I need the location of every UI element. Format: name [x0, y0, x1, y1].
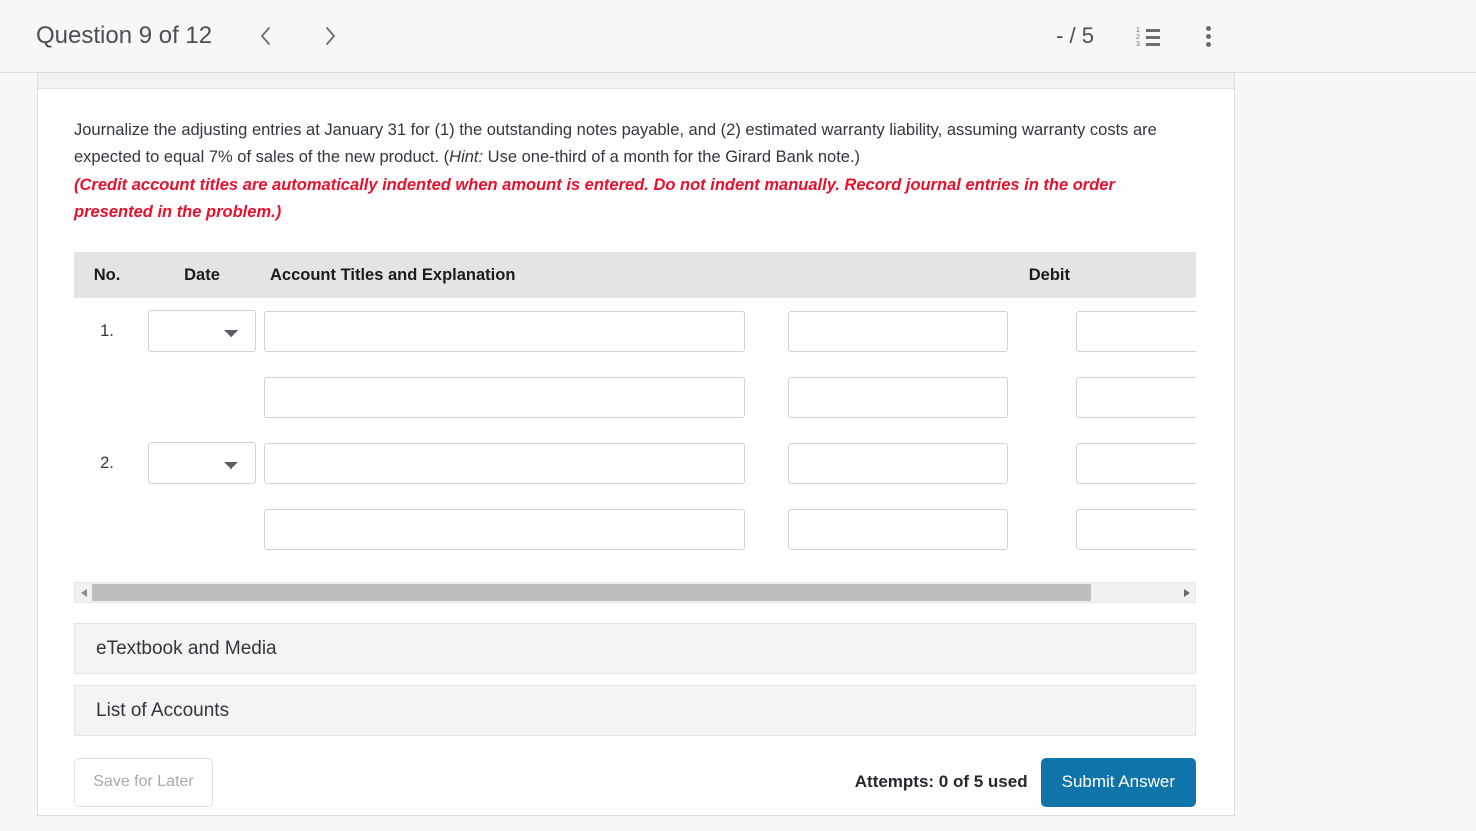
scrollbar-track[interactable]: [92, 583, 1178, 602]
list-of-accounts-panel[interactable]: List of Accounts: [74, 685, 1196, 736]
journal-entry-table: No. Date Account Titles and Explanation …: [74, 252, 1196, 562]
card-top-strip: [38, 73, 1234, 89]
next-question-button[interactable]: [308, 14, 352, 58]
submit-group: Attempts: 0 of 5 used Submit Answer: [854, 757, 1196, 807]
prompt-hint-label: Hint:: [449, 148, 484, 166]
row-number: 1.: [100, 321, 114, 340]
row-debit-cell: [788, 298, 1076, 364]
numbered-list-icon: 1 2 3: [1136, 27, 1160, 48]
row-debit-cell: [788, 430, 1076, 496]
journal-table-viewport: No. Date Account Titles and Explanation …: [74, 252, 1196, 562]
table-row: [74, 364, 1196, 430]
save-for-later-button[interactable]: Save for Later: [74, 757, 213, 807]
row-debit-cell: [788, 364, 1076, 430]
column-header-credit: Credit: [1076, 252, 1196, 298]
list-of-accounts-label: List of Accounts: [96, 699, 230, 721]
row-credit-cell: [1076, 364, 1196, 430]
prompt-text-part2: Use one-third of a month for the Girard …: [483, 148, 861, 166]
attempts-counter: Attempts: 0 of 5 used: [854, 772, 1028, 791]
arrow-right-icon: [1183, 588, 1190, 597]
row-account-cell: [264, 364, 788, 430]
row-date-cell: [140, 430, 264, 496]
footer-actions: Save for Later Attempts: 0 of 5 used Sub…: [74, 756, 1196, 808]
chevron-left-icon: [261, 27, 271, 45]
scroll-left-arrow[interactable]: [75, 583, 92, 602]
horizontal-scrollbar[interactable]: [74, 582, 1196, 603]
header-right-group: - / 5 1 2 3: [1056, 16, 1476, 56]
table-row: 2.: [74, 430, 1196, 496]
journal-entry-section: No. Date Account Titles and Explanation …: [74, 252, 1198, 603]
row-account-cell: [264, 496, 788, 562]
credit-amount-input-1[interactable]: [1076, 310, 1196, 352]
credit-amount-input-3[interactable]: [1076, 442, 1196, 484]
more-options-button[interactable]: [1188, 16, 1228, 56]
etextbook-and-media-panel[interactable]: eTextbook and Media: [74, 623, 1196, 674]
question-card: Journalize the adjusting entries at Janu…: [37, 73, 1235, 816]
row-credit-cell: [1076, 430, 1196, 496]
column-header-no: No.: [74, 252, 140, 298]
column-header-debit: Debit: [788, 252, 1076, 298]
scrollbar-thumb[interactable]: [92, 584, 1092, 601]
question-prompt: Journalize the adjusting entries at Janu…: [74, 117, 1198, 226]
prompt-red-instruction: (Credit account titles are automatically…: [74, 176, 1115, 221]
column-header-account: Account Titles and Explanation: [264, 252, 788, 298]
credit-amount-input-4[interactable]: [1076, 508, 1196, 550]
row-date-cell: [140, 496, 264, 562]
row-debit-cell: [788, 496, 1076, 562]
date-select-1[interactable]: [148, 310, 256, 352]
row-number: [74, 496, 140, 562]
chevron-right-icon: [326, 27, 336, 45]
journal-table-body: 1. 2.: [74, 298, 1196, 562]
account-title-input-4[interactable]: [264, 508, 745, 550]
previous-question-button[interactable]: [244, 14, 288, 58]
table-row: [74, 496, 1196, 562]
row-account-cell: [264, 298, 788, 364]
row-date-cell: [140, 298, 264, 364]
credit-amount-input-2[interactable]: [1076, 376, 1196, 418]
row-date-cell: [140, 364, 264, 430]
question-navigation: [244, 14, 352, 58]
more-options-icon: [1205, 25, 1211, 47]
etextbook-panel-label: eTextbook and Media: [96, 637, 277, 659]
account-title-input-3[interactable]: [264, 442, 745, 484]
column-header-date: Date: [140, 252, 264, 298]
question-header-bar: Question 9 of 12 - / 5 1 2 3: [0, 0, 1476, 73]
account-title-input-1[interactable]: [264, 310, 745, 352]
table-row: 1.: [74, 298, 1196, 364]
row-number: 2.: [100, 453, 114, 472]
card-body: Journalize the adjusting entries at Janu…: [38, 117, 1234, 808]
page-title: Question 9 of 12: [36, 22, 213, 49]
row-credit-cell: [1076, 496, 1196, 562]
submit-answer-button[interactable]: Submit Answer: [1040, 757, 1196, 807]
debit-amount-input-1[interactable]: [788, 310, 1008, 352]
row-account-cell: [264, 430, 788, 496]
journal-header-row: No. Date Account Titles and Explanation …: [74, 252, 1196, 298]
row-credit-cell: [1076, 298, 1196, 364]
account-title-input-2[interactable]: [264, 376, 745, 418]
debit-amount-input-3[interactable]: [788, 442, 1008, 484]
row-number: [74, 364, 140, 430]
arrow-left-icon: [80, 588, 87, 597]
score-display: - / 5: [1056, 23, 1094, 48]
debit-amount-input-2[interactable]: [788, 376, 1008, 418]
debit-amount-input-4[interactable]: [788, 508, 1008, 550]
date-select-2[interactable]: [148, 442, 256, 484]
scroll-right-arrow[interactable]: [1178, 583, 1195, 602]
question-list-button[interactable]: 1 2 3: [1128, 16, 1168, 56]
